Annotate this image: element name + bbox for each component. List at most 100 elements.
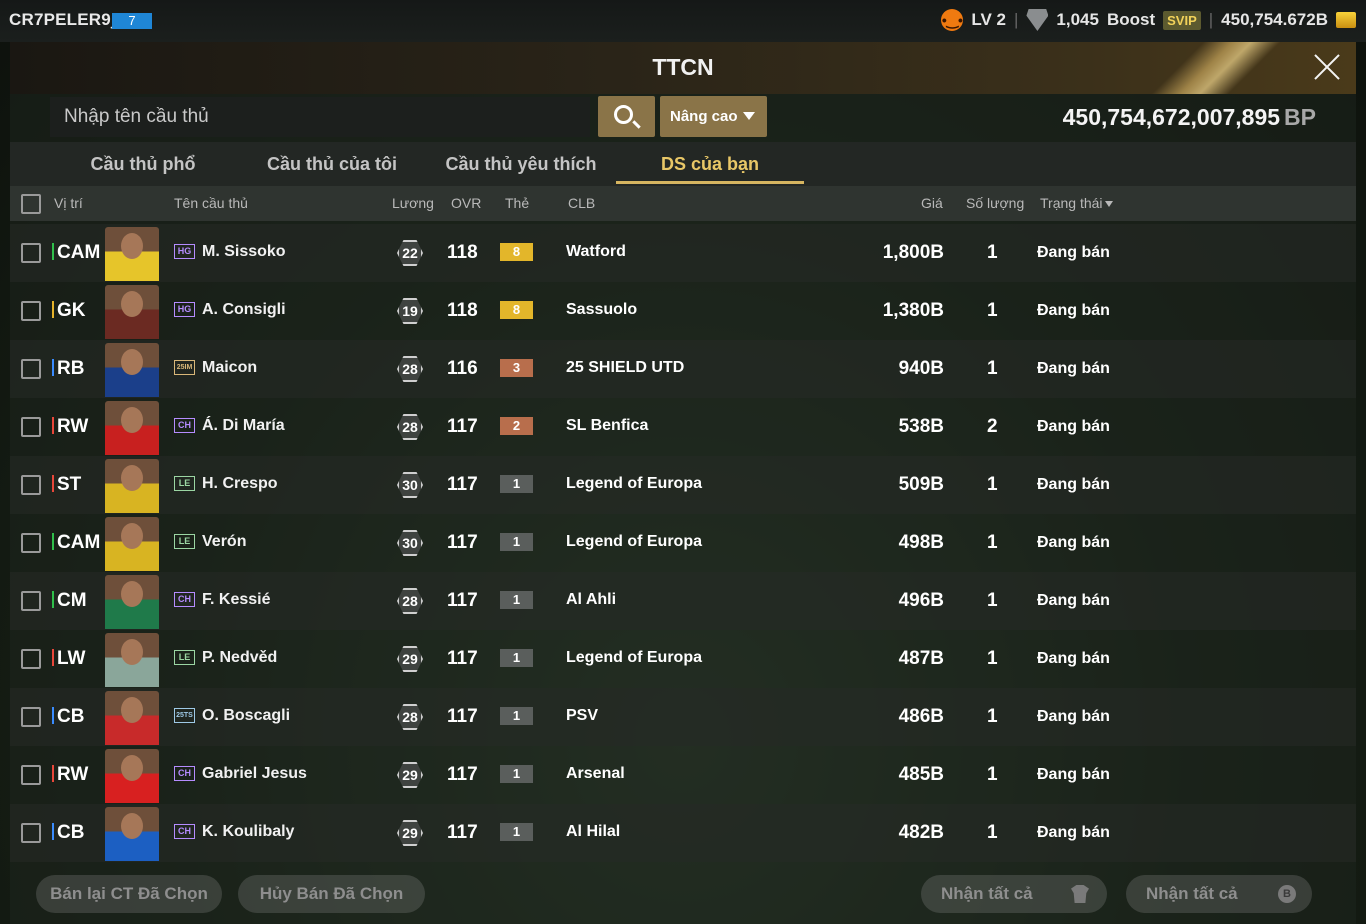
col-ovr[interactable]: OVR (451, 195, 481, 211)
position-color-bar (52, 417, 54, 434)
player-name[interactable]: F. Kessié (202, 591, 270, 609)
claim-all-bp-button[interactable]: Nhận tất cả B (1126, 875, 1312, 913)
grade-badge: 1 (500, 591, 533, 609)
coins-icon[interactable] (1336, 12, 1356, 28)
tab-popular-players[interactable]: Cầu thủ phổ biến (72, 142, 214, 218)
position-color-bar (52, 707, 54, 724)
player-name[interactable]: H. Crespo (202, 475, 278, 493)
tab-favorite-players[interactable]: Cầu thủ yêu thích (444, 142, 598, 186)
player-name[interactable]: Maicon (202, 359, 257, 377)
position-color-bar (52, 765, 54, 782)
table-row[interactable]: GK HG A. Consigli 19 118 8 Sassuolo 1,38… (10, 282, 1356, 340)
player-name[interactable]: Verón (202, 533, 246, 551)
player-avatar[interactable] (105, 691, 159, 745)
table-row[interactable]: ST LE H. Crespo 30 117 1 Legend of Europ… (10, 456, 1356, 514)
club-name: Legend of Europa (566, 649, 702, 666)
table-row[interactable]: RW CH Á. Di María 28 117 2 SL Benfica 53… (10, 398, 1356, 456)
table-row[interactable]: CB CH K. Koulibaly 29 117 1 Al Hilal 482… (10, 804, 1356, 862)
col-price[interactable]: Giá (921, 195, 943, 211)
player-name[interactable]: Gabriel Jesus (202, 765, 307, 783)
salary-badge: 28 (397, 588, 423, 614)
search-input[interactable] (50, 97, 590, 137)
player-avatar[interactable] (105, 401, 159, 455)
ovr-value: 116 (447, 358, 478, 379)
top-bar-stats: •‿• LV 2 | 1,045 Boost SVIP | 450,754.67… (941, 9, 1356, 31)
player-name[interactable]: A. Consigli (202, 301, 286, 319)
player-name[interactable]: K. Koulibaly (202, 823, 294, 841)
table-row[interactable]: CAM LE Verón 30 117 1 Legend of Europa 4… (10, 514, 1356, 572)
row-checkbox[interactable] (21, 707, 41, 727)
table-row[interactable]: CM CH F. Kessié 28 117 1 Al Ahli 496B 1 … (10, 572, 1356, 630)
row-checkbox[interactable] (21, 359, 41, 379)
price-value: 496B (898, 590, 944, 611)
col-club[interactable]: CLB (568, 195, 595, 211)
table-row[interactable]: RB 25IM Maicon 28 116 3 25 SHIELD UTD 94… (10, 340, 1356, 398)
col-status[interactable]: Trạng thái (1040, 195, 1113, 211)
row-checkbox[interactable] (21, 823, 41, 843)
claim-all-players-button[interactable]: Nhận tất cả (921, 875, 1107, 913)
price-value: 1,380B (882, 300, 944, 321)
row-checkbox[interactable] (21, 649, 41, 669)
player-avatar[interactable] (105, 575, 159, 629)
col-quantity[interactable]: Số lượng (966, 195, 1024, 211)
status-text: Đang bán (1037, 650, 1110, 667)
salary-badge: 29 (397, 762, 423, 788)
player-name[interactable]: O. Boscagli (202, 707, 290, 725)
select-all-checkbox[interactable] (21, 194, 41, 214)
tab-my-players[interactable]: Cầu thủ của tôi (264, 142, 400, 186)
row-checkbox[interactable] (21, 301, 41, 321)
position-color-bar (52, 301, 54, 318)
col-grade[interactable]: Thẻ (505, 195, 529, 211)
salary-badge: 30 (397, 530, 423, 556)
table-row[interactable]: CAM HG M. Sissoko 22 118 8 Watford 1,800… (10, 224, 1356, 282)
table-row[interactable]: LW LE P. Nedvěd 29 117 1 Legend of Europ… (10, 630, 1356, 688)
season-badge-icon: 25TS (174, 708, 195, 723)
col-name[interactable]: Tên cầu thủ (174, 195, 248, 211)
status-text: Đang bán (1037, 244, 1110, 261)
quantity-value: 1 (987, 764, 998, 785)
close-icon[interactable] (1312, 52, 1342, 82)
player-name[interactable]: P. Nedvěd (202, 649, 277, 667)
search-button[interactable] (598, 96, 655, 137)
svip-badge[interactable]: SVIP (1163, 10, 1201, 30)
player-avatar[interactable] (105, 285, 159, 339)
boost-label[interactable]: Boost (1107, 10, 1155, 30)
table-row[interactable]: CB 25TS O. Boscagli 28 117 1 PSV 486B 1 … (10, 688, 1356, 746)
table-row[interactable]: RW CH Gabriel Jesus 29 117 1 Arsenal 485… (10, 746, 1356, 804)
row-checkbox[interactable] (21, 417, 41, 437)
ovr-value: 117 (447, 706, 478, 727)
player-name[interactable]: M. Sissoko (202, 243, 286, 261)
player-avatar[interactable] (105, 459, 159, 513)
player-avatar[interactable] (105, 343, 159, 397)
row-checkbox[interactable] (21, 533, 41, 553)
sort-down-icon (1104, 201, 1113, 208)
salary-badge: 28 (397, 414, 423, 440)
player-avatar[interactable] (105, 227, 159, 281)
row-checkbox[interactable] (21, 765, 41, 785)
quantity-value: 1 (987, 300, 998, 321)
player-avatar[interactable] (105, 633, 159, 687)
player-avatar[interactable] (105, 807, 159, 861)
smile-face-icon: •‿• (941, 9, 964, 31)
club-name: Al Hilal (566, 823, 621, 840)
resell-selected-button[interactable]: Bán lại CT Đã Chọn (36, 875, 222, 913)
position-label: ST (52, 474, 81, 496)
player-name[interactable]: Á. Di María (202, 417, 285, 435)
cancel-selected-button[interactable]: Hủy Bán Đã Chọn (238, 875, 425, 913)
col-salary[interactable]: Lương (392, 195, 434, 211)
club-name: Legend of Europa (566, 533, 702, 550)
advanced-filter-button[interactable]: Nâng cao (660, 96, 767, 137)
username[interactable]: CR7PELER9jp (9, 10, 126, 30)
bp-amount: 450,754,672,007,895 (1062, 104, 1281, 130)
row-checkbox[interactable] (21, 591, 41, 611)
season-badge-icon: LE (174, 650, 195, 665)
row-checkbox[interactable] (21, 243, 41, 263)
player-avatar[interactable] (105, 517, 159, 571)
club-name: Watford (566, 243, 626, 260)
price-value: 498B (898, 532, 944, 553)
player-avatar[interactable] (105, 749, 159, 803)
position-color-bar (52, 533, 54, 550)
row-checkbox[interactable] (21, 475, 41, 495)
tab-my-listings[interactable]: DS của bạn (616, 142, 804, 186)
col-position[interactable]: Vị trí (54, 195, 83, 211)
